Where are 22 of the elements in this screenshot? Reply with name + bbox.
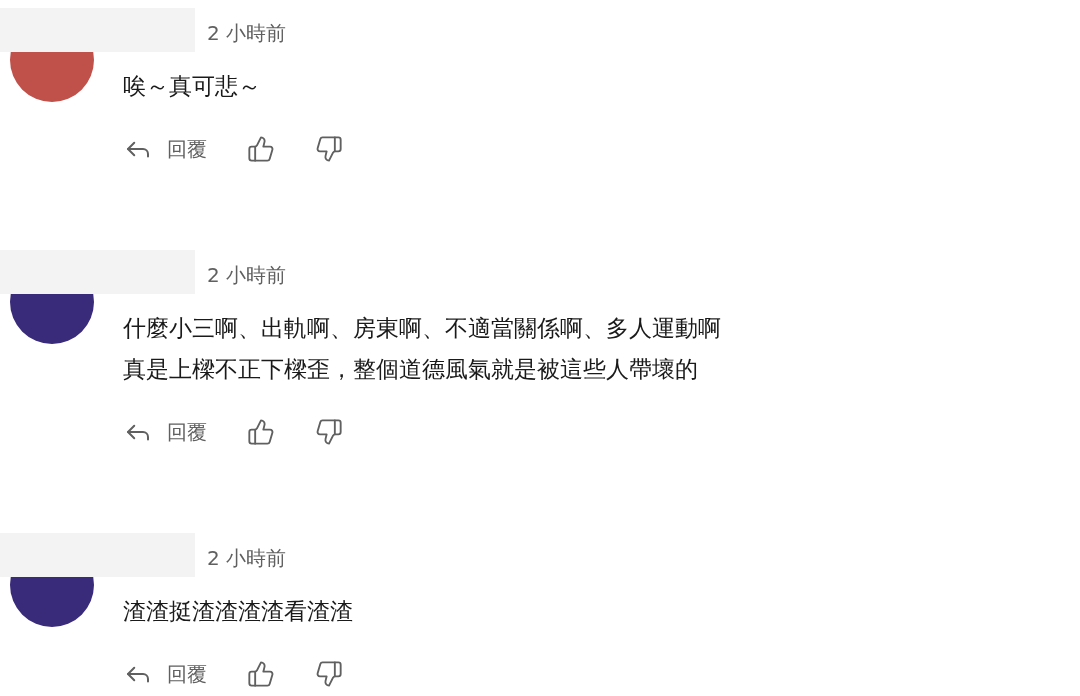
- like-button[interactable]: [247, 418, 275, 446]
- comment-text: 渣渣挺渣渣渣渣看渣渣: [123, 597, 353, 626]
- like-button[interactable]: [247, 660, 275, 688]
- thumbs-down-icon: [315, 135, 343, 163]
- reply-button[interactable]: 回覆: [123, 659, 207, 689]
- comment-time: 2 小時前: [207, 545, 287, 571]
- comment-text: 真是上樑不正下樑歪，整個道德風氣就是被這些人帶壞的: [123, 355, 699, 384]
- comment-text: 唉～真可悲～: [123, 72, 262, 101]
- comment-text: 什麼小三啊、出軌啊、房東啊、不適當關係啊、多人運動啊: [123, 314, 721, 343]
- dislike-button[interactable]: [315, 418, 343, 446]
- thumbs-up-icon: [247, 135, 275, 163]
- comment-time: 2 小時前: [207, 262, 287, 288]
- dislike-button[interactable]: [315, 660, 343, 688]
- thumbs-down-icon: [315, 660, 343, 688]
- reply-button[interactable]: 回覆: [123, 417, 207, 447]
- thumbs-down-icon: [315, 418, 343, 446]
- comment-time: 2 小時前: [207, 20, 287, 46]
- thumbs-up-icon: [247, 660, 275, 688]
- reply-button[interactable]: 回覆: [123, 134, 207, 164]
- dislike-button[interactable]: [315, 135, 343, 163]
- like-button[interactable]: [247, 135, 275, 163]
- thumbs-up-icon: [247, 418, 275, 446]
